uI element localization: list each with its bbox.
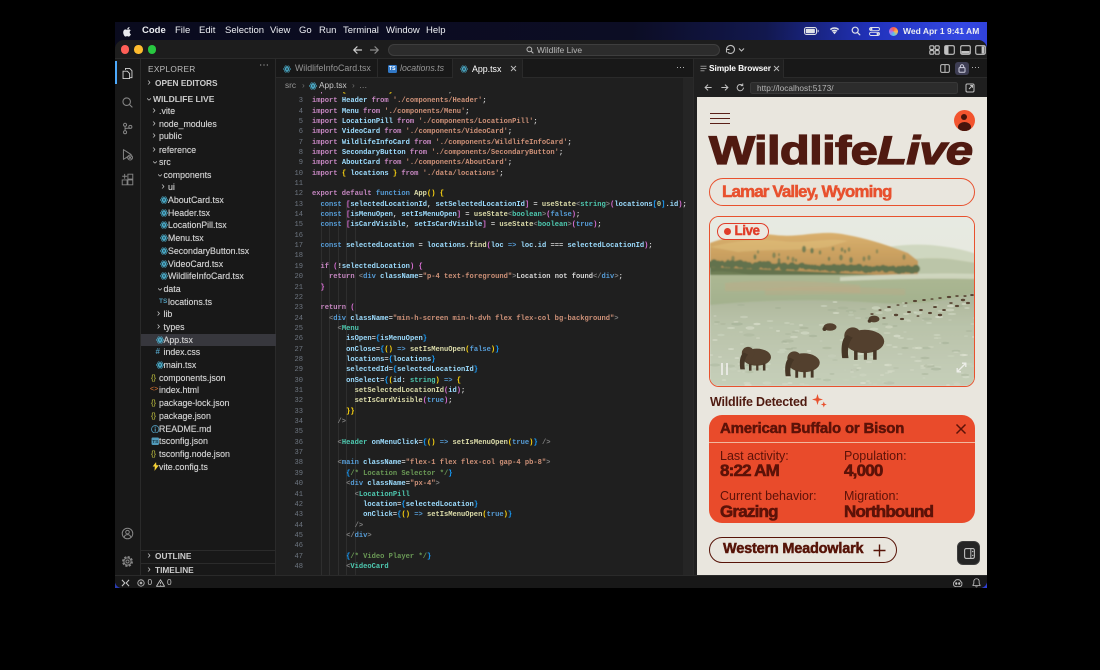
svg-text:TS: TS [152, 439, 158, 445]
